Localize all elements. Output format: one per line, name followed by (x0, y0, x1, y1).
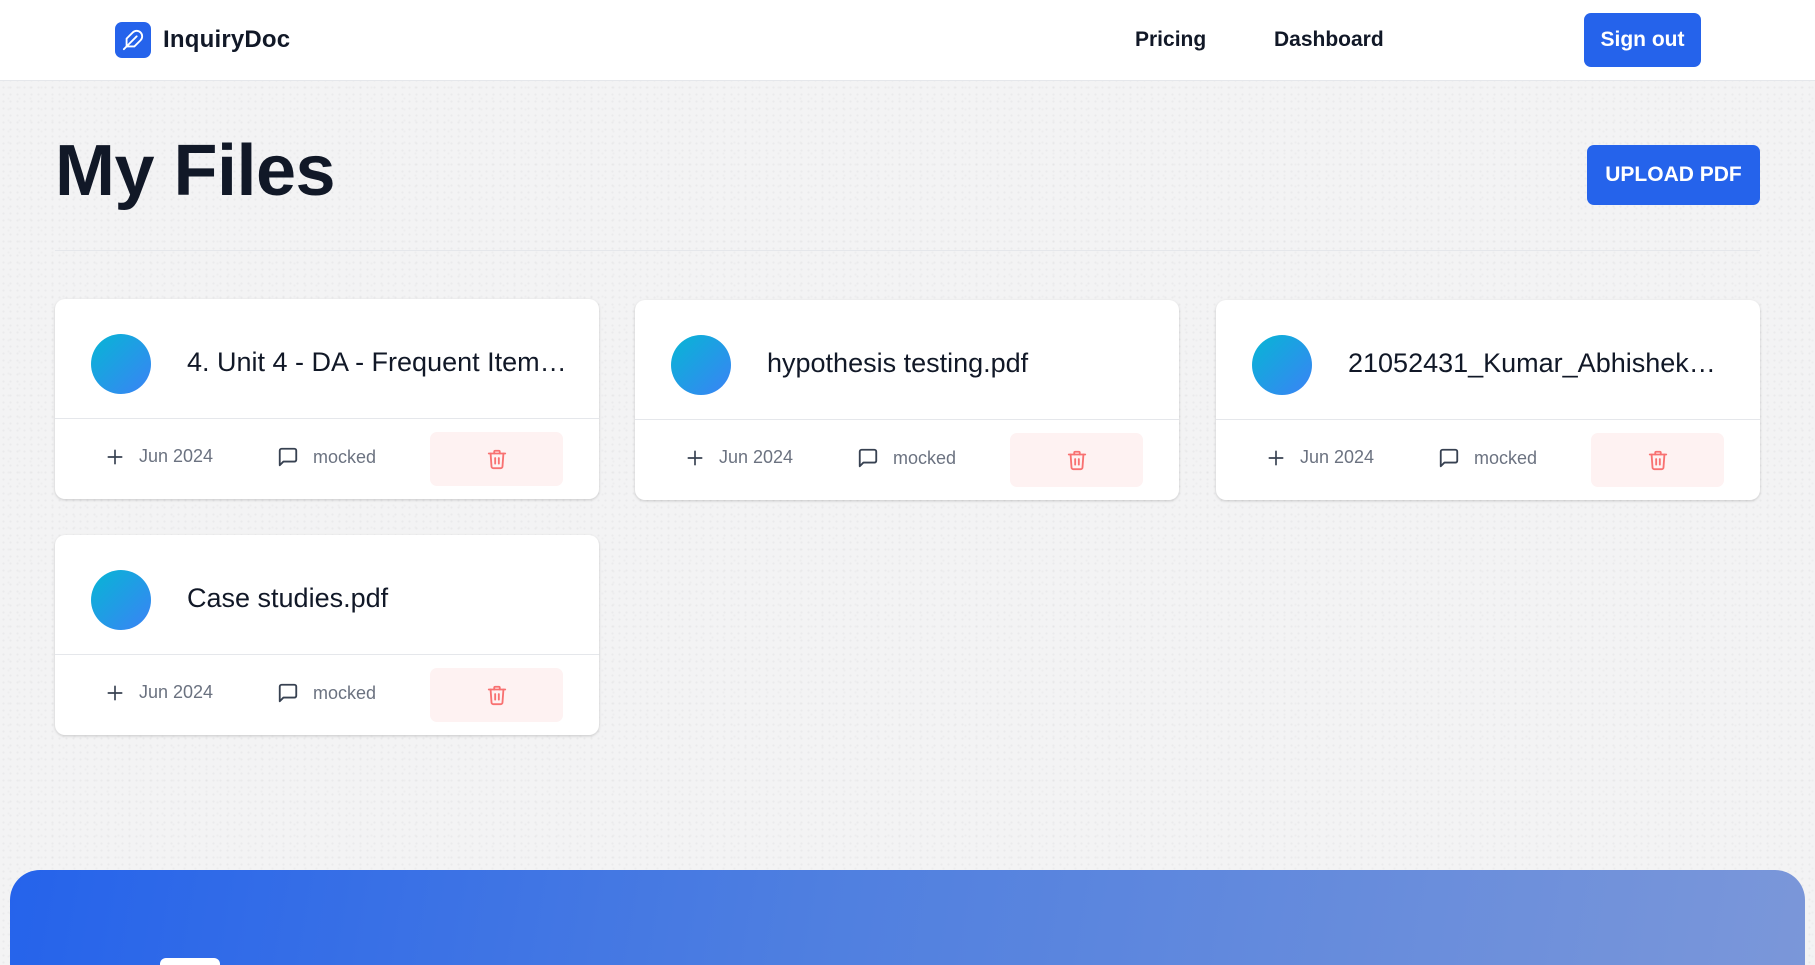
file-card[interactable]: 4. Unit 4 - DA - Frequent Itemsets.pdf J… (55, 299, 599, 499)
top-navbar: InquiryDoc Pricing Dashboard Sign out (0, 0, 1815, 81)
file-card-footer: Jun 2024 mocked (55, 656, 599, 735)
file-messages: mocked (1438, 447, 1537, 469)
file-name[interactable]: 4. Unit 4 - DA - Frequent Itemsets.pdf (187, 347, 567, 378)
file-date-text: Jun 2024 (139, 682, 214, 702)
page-title: My Files (55, 131, 336, 211)
file-messages-text: mocked (1474, 447, 1538, 468)
file-date-text: Jun 2024 (1300, 447, 1375, 467)
message-square-icon (278, 447, 298, 467)
file-date: Jun 2024 (685, 447, 793, 468)
delete-file-button[interactable] (430, 668, 563, 722)
file-date: Jun 2024 (1266, 447, 1374, 468)
file-name[interactable]: hypothesis testing.pdf (767, 348, 1147, 379)
message-square-icon (278, 683, 298, 703)
file-card-header: 4. Unit 4 - DA - Frequent Itemsets.pdf (55, 299, 599, 419)
file-date: Jun 2024 (105, 446, 213, 467)
file-avatar (91, 334, 151, 394)
brand-link[interactable]: InquiryDoc (115, 22, 290, 58)
trash-icon (487, 449, 506, 470)
nav-link-dashboard[interactable]: Dashboard (1274, 28, 1384, 52)
trash-icon (487, 685, 506, 706)
nav-link-pricing[interactable]: Pricing (1135, 28, 1206, 52)
message-square-icon (858, 448, 878, 468)
file-card[interactable]: Case studies.pdf Jun 2024 mocked (55, 535, 599, 735)
footer-banner (10, 870, 1805, 965)
file-date-text: Jun 2024 (719, 447, 794, 467)
delete-file-button[interactable] (1591, 433, 1724, 487)
file-messages-text: mocked (893, 447, 957, 468)
file-messages: mocked (857, 447, 956, 469)
file-messages-text: mocked (313, 682, 377, 703)
plus-icon (1268, 450, 1284, 465)
plus-icon (687, 450, 703, 465)
footer-logo-chip (160, 958, 220, 965)
delete-file-button[interactable] (430, 432, 563, 486)
file-card-footer: Jun 2024 mocked (635, 421, 1179, 500)
file-messages: mocked (277, 446, 376, 468)
trash-icon (1067, 450, 1086, 471)
file-card-header: Case studies.pdf (55, 535, 599, 655)
file-card-header: 21052431_Kumar_Abhishek_Resume.pdf (1216, 300, 1760, 420)
plus-icon (107, 685, 123, 700)
sign-out-button[interactable]: Sign out (1584, 13, 1701, 67)
file-card-header: hypothesis testing.pdf (635, 300, 1179, 420)
brand-name: InquiryDoc (163, 26, 291, 53)
file-avatar (671, 335, 731, 395)
file-avatar (1252, 335, 1312, 395)
file-avatar (91, 570, 151, 630)
file-name[interactable]: Case studies.pdf (187, 583, 567, 614)
delete-file-button[interactable] (1010, 433, 1143, 487)
file-name[interactable]: 21052431_Kumar_Abhishek_Resume.pdf (1348, 348, 1728, 379)
file-card-footer: Jun 2024 mocked (1216, 421, 1760, 500)
file-messages: mocked (277, 682, 376, 704)
file-messages-text: mocked (313, 446, 377, 467)
file-card-footer: Jun 2024 mocked (55, 420, 599, 499)
message-square-icon (1439, 448, 1459, 468)
file-card[interactable]: 21052431_Kumar_Abhishek_Resume.pdf Jun 2… (1216, 300, 1760, 500)
feather-icon (115, 22, 151, 58)
plus-icon (107, 449, 123, 464)
file-date-text: Jun 2024 (139, 446, 214, 466)
file-date: Jun 2024 (105, 682, 213, 703)
trash-icon (1648, 450, 1667, 471)
file-card[interactable]: hypothesis testing.pdf Jun 2024 mocked (635, 300, 1179, 500)
upload-pdf-button[interactable]: UPLOAD PDF (1587, 145, 1760, 205)
header-divider (55, 250, 1760, 251)
